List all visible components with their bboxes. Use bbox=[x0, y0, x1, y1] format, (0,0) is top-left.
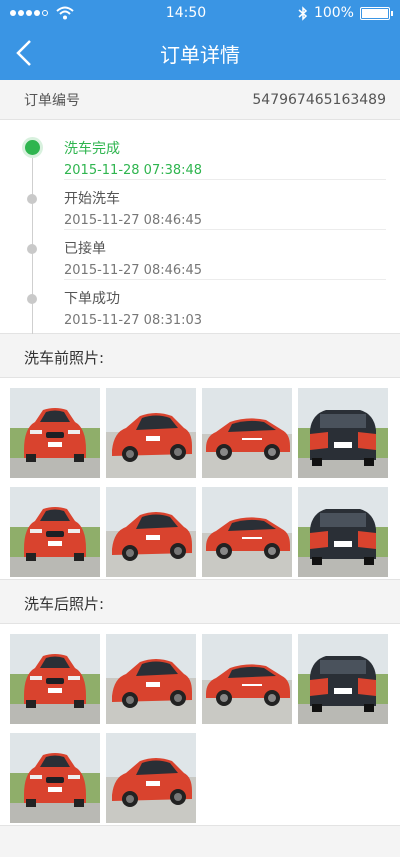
timeline-time: 2015-11-27 08:46:45 bbox=[64, 263, 203, 278]
timeline-dot bbox=[27, 194, 37, 204]
timeline-item: 洗车完成 2015-11-28 07:38:48 bbox=[25, 130, 386, 180]
page-title: 订单详情 bbox=[160, 42, 240, 67]
timeline-dot bbox=[27, 294, 37, 304]
before-photo-grid bbox=[0, 378, 400, 580]
wifi-icon bbox=[56, 6, 74, 20]
timeline-time: 2015-11-27 08:31:03 bbox=[64, 313, 203, 328]
timeline-time: 2015-11-27 08:46:45 bbox=[64, 213, 203, 228]
car-photo-side[interactable] bbox=[202, 388, 292, 478]
timeline-item: 开始洗车 2015-11-27 08:46:45 bbox=[27, 180, 386, 230]
car-photo-side[interactable] bbox=[202, 634, 292, 724]
car-photo-front-side[interactable] bbox=[106, 388, 196, 478]
car-photo-front-side[interactable] bbox=[106, 486, 196, 577]
car-photo-rear[interactable] bbox=[298, 634, 388, 724]
battery-icon bbox=[359, 6, 393, 20]
nav-bar: 订单详情 bbox=[0, 26, 400, 80]
timeline-status: 开始洗车 bbox=[64, 191, 120, 207]
battery-percent: 100% bbox=[313, 5, 354, 21]
timeline-dot-active bbox=[25, 140, 40, 155]
car-photo-front-side[interactable] bbox=[106, 732, 196, 823]
timeline-status: 已接单 bbox=[64, 241, 106, 257]
back-arrow-icon[interactable] bbox=[12, 38, 40, 68]
car-photo-front[interactable] bbox=[10, 634, 100, 724]
timeline-time: 2015-11-28 07:38:48 bbox=[64, 163, 203, 178]
car-photo-side[interactable] bbox=[202, 486, 292, 577]
timeline-item: 下单成功 2015-11-27 08:31:03 bbox=[27, 280, 386, 330]
order-number-label: 订单编号 bbox=[24, 92, 80, 109]
order-number-value: 547967465163489 bbox=[252, 91, 386, 108]
signal-strength bbox=[10, 6, 74, 20]
before-photos-title: 洗车前照片: bbox=[0, 334, 400, 378]
order-number-row: 订单编号 547967465163489 bbox=[0, 80, 400, 120]
car-photo-front[interactable] bbox=[10, 388, 100, 478]
timeline-line bbox=[32, 140, 33, 334]
status-bar: 14:50 100% bbox=[0, 0, 400, 26]
car-photo-front-side[interactable] bbox=[106, 634, 196, 724]
order-timeline: 洗车完成 2015-11-28 07:38:48 开始洗车 2015-11-27… bbox=[0, 120, 400, 334]
timeline-status: 下单成功 bbox=[64, 291, 120, 307]
car-photo-front[interactable] bbox=[10, 486, 100, 577]
after-photos-title: 洗车后照片: bbox=[0, 580, 400, 624]
timeline-item: 已接单 2015-11-27 08:46:45 bbox=[27, 230, 386, 280]
timeline-dot bbox=[27, 244, 37, 254]
status-time: 14:50 bbox=[165, 5, 207, 21]
car-photo-rear[interactable] bbox=[298, 486, 388, 577]
after-photo-grid bbox=[0, 624, 400, 826]
timeline-status: 洗车完成 bbox=[64, 141, 120, 157]
car-photo-front[interactable] bbox=[10, 732, 100, 823]
car-photo-rear[interactable] bbox=[298, 388, 388, 478]
bluetooth-icon bbox=[298, 5, 308, 21]
